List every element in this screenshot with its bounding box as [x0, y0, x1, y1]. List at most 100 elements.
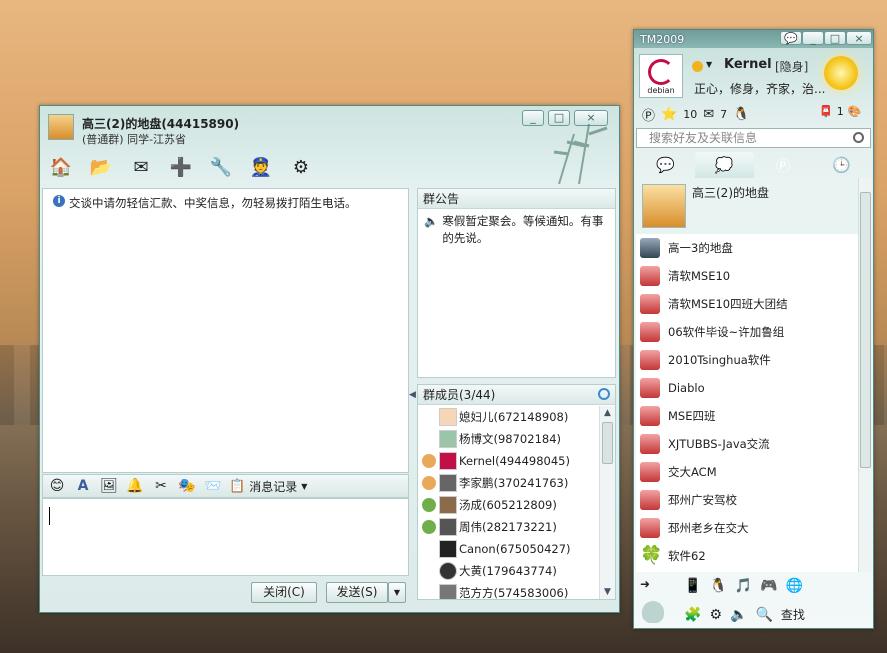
send-button[interactable]: 发送(S) [326, 582, 388, 603]
find-icon[interactable]: 🔍 [755, 607, 772, 623]
member-item[interactable]: 杨博文(98702184) [418, 428, 600, 450]
member-scrollbar[interactable]: ▲ ▼ [599, 406, 615, 599]
group-item[interactable]: 2010Tsinghua软件 [636, 346, 858, 374]
tab-contacts[interactable]: 💬 [636, 152, 695, 178]
group-item[interactable]: XJTUBBS-Java交流 [636, 430, 858, 458]
status-chevron-icon[interactable]: ▼ [706, 60, 712, 69]
tools-icon[interactable]: 🔧 [206, 154, 236, 180]
avatar-label: debian [647, 86, 675, 95]
settings-icon[interactable]: ⚙ [709, 607, 722, 623]
games-icon[interactable]: 🎮 [760, 578, 777, 594]
home-icon[interactable]: 🏠 [46, 154, 76, 180]
user-avatar[interactable]: debian [639, 54, 683, 98]
group-item[interactable]: 06软件毕设~许加鲁组 [636, 318, 858, 346]
bottom-toolbar: ➜ 📱 🐧 🎵 🎮 🌐 🧩 ⚙ 🔈 🔍 查找 [634, 575, 873, 630]
chat-toolbar: 🏠 📂 ✉ ➕ 🔧 👮 ⚙ [46, 154, 316, 180]
group-item-selected[interactable]: 高三(2)的地盘 [636, 178, 858, 234]
volume-icon[interactable]: 🔈 [730, 607, 747, 623]
weather-sun-icon[interactable] [824, 56, 858, 90]
member-list: 媳妇儿(672148908) 杨博文(98702184) Kernel(4944… [418, 406, 600, 599]
screenshot-icon[interactable]: ✂ [151, 477, 171, 495]
browser-icon[interactable]: 🌐 [786, 578, 803, 594]
scroll-thumb[interactable] [860, 192, 871, 468]
group-icon [640, 238, 660, 258]
close-chat-button[interactable]: 关闭(C) [251, 582, 317, 603]
mail-icon[interactable]: ✉ [703, 107, 714, 122]
user-icon [422, 498, 436, 512]
maximize-button[interactable]: □ [824, 31, 846, 45]
bulletin-heading: 群公告 [418, 189, 615, 209]
arrow-right-icon[interactable]: ➜ [640, 577, 650, 591]
bulletin-panel: 群公告 🔈 寒假暂定聚会。等候通知。有事的先说。 [417, 188, 616, 378]
member-item[interactable]: 大黄(179643774) [418, 560, 600, 582]
find-button[interactable]: 查找 [781, 606, 805, 623]
scroll-thumb[interactable] [602, 422, 613, 464]
skin-icon[interactable]: 🎨 [848, 105, 862, 118]
font-icon[interactable]: A [73, 477, 93, 495]
star-icon[interactable]: ⭐ [661, 107, 677, 122]
group-title: 高三(2)的地盘(44415890) [82, 117, 240, 131]
qq-show-icon[interactable]: 🐧 [709, 578, 726, 594]
notification-icon[interactable]: 📮 [819, 105, 833, 118]
app-title: TM2009 [640, 33, 685, 46]
group-item[interactable]: 交大ACM [636, 458, 858, 486]
group-item[interactable]: Diablo [636, 374, 858, 402]
user-icon [422, 520, 436, 534]
member-item[interactable]: 媳妇儿(672148908) [418, 406, 600, 428]
contact-search-input[interactable]: 搜索好友及关联信息 [636, 128, 871, 148]
settings-icon[interactable]: ⚙ [286, 154, 316, 180]
pet-icon[interactable]: 🐧 [733, 107, 749, 122]
group-item[interactable]: 清软MSE10四班大团结 [636, 290, 858, 318]
send-options-chevron-icon[interactable]: ▼ [388, 582, 406, 603]
group-avatar [48, 114, 74, 140]
tab-groups[interactable]: 💭 [694, 152, 754, 178]
member-item[interactable]: 周伟(282173221) [418, 516, 600, 538]
emoji-icon[interactable]: 😊 [47, 477, 67, 495]
group-item[interactable]: 高一3的地盘 [636, 234, 858, 262]
message-area[interactable]: i 交谈中请勿轻信汇款、中奖信息，勿轻易拨打陌生电话。 [42, 188, 409, 473]
group-icon [640, 462, 660, 482]
message-input[interactable] [42, 498, 409, 576]
police-icon[interactable]: 👮 [246, 154, 276, 180]
group-item[interactable]: 邳州老乡在交大 [636, 514, 858, 542]
phone-icon[interactable]: 📱 [684, 578, 701, 594]
bulletin-text: 寒假暂定聚会。等候通知。有事的先说。 [442, 214, 604, 245]
send-file-icon[interactable]: 📨 [203, 477, 223, 495]
folder-icon[interactable]: 📂 [86, 154, 116, 180]
mail-icon[interactable]: ✉ [126, 154, 156, 180]
member-item[interactable]: 范方方(574583006) [418, 582, 600, 599]
minimize-button[interactable]: _ [802, 31, 824, 45]
close-window-button[interactable]: × [846, 31, 872, 45]
member-item[interactable]: 李家鹏(370241763) [418, 472, 600, 494]
status-text[interactable]: [隐身] [775, 58, 808, 75]
add-app-icon[interactable]: ➕ [166, 154, 196, 180]
music-icon[interactable]: 🎵 [735, 578, 752, 594]
tab-recent[interactable]: 🕒 [812, 152, 871, 178]
tab-discussion[interactable]: Ⓟ [754, 152, 813, 178]
group-item[interactable]: 清软MSE10 [636, 262, 858, 290]
group-item[interactable]: 邳州广安驾校 [636, 486, 858, 514]
main-menu-penguin-icon[interactable] [642, 601, 664, 623]
search-icon[interactable] [853, 132, 864, 143]
chat-bubble-icon[interactable]: 💬 [780, 31, 802, 45]
message-history-button[interactable]: 📋 消息记录 ▼ [229, 478, 307, 495]
group-item[interactable]: MSE四班 [636, 402, 858, 430]
scroll-up-icon[interactable]: ▲ [600, 406, 615, 420]
member-item[interactable]: Kernel(494498045) [418, 450, 600, 472]
member-item[interactable]: Canon(675050427) [418, 538, 600, 560]
zone-icon[interactable]: Ⓟ [642, 105, 655, 124]
image-icon[interactable]: 🖼 [99, 477, 119, 495]
magic-expression-icon[interactable]: 🎭 [177, 477, 197, 495]
group-icon [640, 518, 660, 538]
app-box-icon[interactable]: 🧩 [684, 607, 701, 623]
group-item[interactable]: 🍀 软件62 [636, 542, 858, 570]
signature[interactable]: 正心，修身，齐家，治... [694, 80, 825, 97]
collapse-arrow-icon[interactable]: ◀ [409, 390, 416, 400]
member-panel: 群成员(3/44) 媳妇儿(672148908) 杨博文(98702184) K… [417, 384, 616, 600]
member-search-icon[interactable] [598, 388, 610, 400]
member-item[interactable]: 汤成(605212809) [418, 494, 600, 516]
scroll-down-icon[interactable]: ▼ [600, 585, 615, 599]
shake-icon[interactable]: 🔔 [125, 477, 145, 495]
group-list-scrollbar[interactable] [858, 178, 872, 572]
status-icon[interactable] [692, 61, 703, 72]
